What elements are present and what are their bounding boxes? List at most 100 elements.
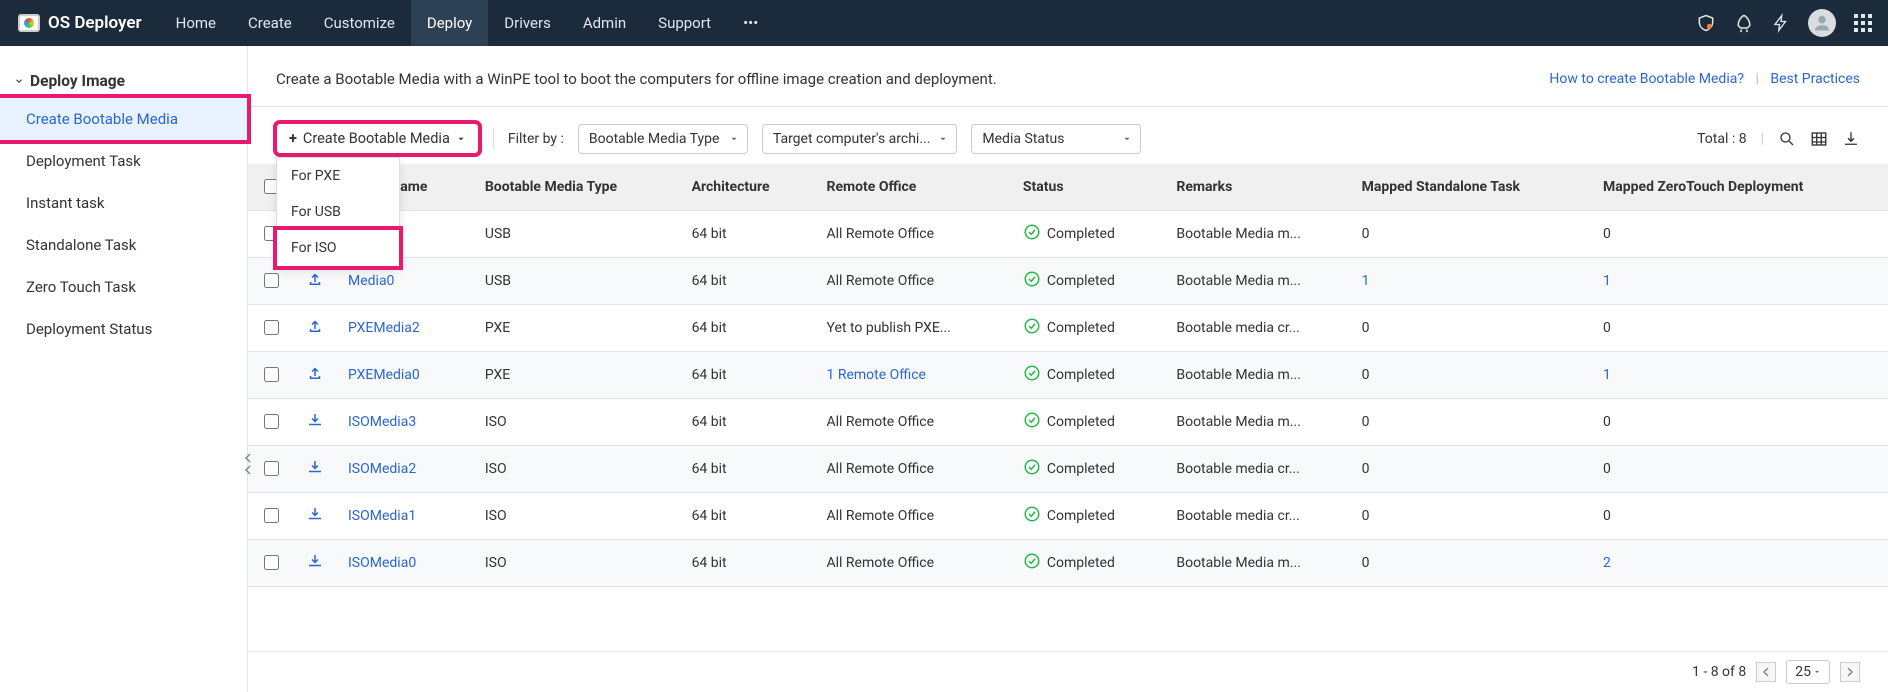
col-header[interactable]: Remarks: [1164, 164, 1349, 211]
col-header[interactable]: Architecture: [680, 164, 815, 211]
row-checkbox[interactable]: [264, 508, 279, 523]
sidebar-item-standalone-task[interactable]: Standalone Task: [0, 224, 247, 266]
link-best-practices[interactable]: Best Practices: [1770, 71, 1860, 87]
apps-grid-icon[interactable]: [1854, 14, 1872, 32]
rocket-icon[interactable]: [1734, 13, 1754, 33]
row-checkbox[interactable]: [264, 414, 279, 429]
media-name[interactable]: ISOMedia0: [336, 540, 473, 587]
check-circle-icon: [1023, 364, 1041, 386]
upload-icon[interactable]: [306, 317, 324, 335]
sidebar-item-instant-task[interactable]: Instant task: [0, 182, 247, 224]
nav-tab-drivers[interactable]: Drivers: [488, 0, 567, 46]
col-header[interactable]: Remote Office: [815, 164, 1011, 211]
nav-more[interactable]: •••: [727, 0, 774, 46]
download-icon[interactable]: [306, 552, 324, 570]
filter-media-type[interactable]: Bootable Media Type: [578, 124, 748, 154]
cell-zerotouch[interactable]: 1: [1591, 352, 1888, 399]
upload-icon[interactable]: [306, 364, 324, 382]
download-icon[interactable]: [306, 411, 324, 429]
cell-remarks: Bootable Media m...: [1164, 399, 1349, 446]
cell-arch: 64 bit: [680, 540, 815, 587]
download-icon[interactable]: [306, 505, 324, 523]
cell-standalone: 0: [1350, 399, 1591, 446]
media-name[interactable]: ISOMedia2: [336, 446, 473, 493]
cell-standalone: 0: [1350, 305, 1591, 352]
avatar[interactable]: [1808, 9, 1836, 37]
cell-type: ISO: [473, 493, 680, 540]
cell-arch: 64 bit: [680, 493, 815, 540]
export-icon[interactable]: [1842, 130, 1860, 148]
col-header[interactable]: Mapped ZeroTouch Deployment: [1591, 164, 1888, 211]
caret-down-icon: [1813, 668, 1821, 676]
media-name[interactable]: ISOMedia3: [336, 399, 473, 446]
nav-tab-create[interactable]: Create: [232, 0, 308, 46]
create-bootable-media-button[interactable]: + Create Bootable Media: [276, 123, 479, 154]
cell-standalone[interactable]: 1: [1350, 258, 1591, 305]
cell-remote-office[interactable]: 1 Remote Office: [815, 352, 1011, 399]
col-header[interactable]: Bootable Media Type: [473, 164, 680, 211]
filter-arch[interactable]: Target computer's archi...: [762, 124, 958, 154]
prev-page-button[interactable]: [1756, 662, 1776, 682]
toolbar-divider: [493, 128, 494, 150]
sidebar-collapse-handle[interactable]: [243, 446, 253, 482]
row-checkbox[interactable]: [264, 555, 279, 570]
nav-tab-support[interactable]: Support: [642, 0, 727, 46]
cell-status: Completed: [1011, 399, 1164, 446]
bolt-icon[interactable]: [1772, 13, 1790, 33]
table-view-icon[interactable]: [1810, 130, 1828, 148]
caret-down-icon: [729, 134, 739, 144]
sidebar-item-zero-touch-task[interactable]: Zero Touch Task: [0, 266, 247, 308]
link-howto[interactable]: How to create Bootable Media?: [1549, 71, 1744, 87]
nav-tab-deploy[interactable]: Deploy: [411, 0, 488, 46]
row-checkbox[interactable]: [264, 367, 279, 382]
next-page-button[interactable]: [1840, 662, 1860, 682]
row-checkbox[interactable]: [264, 273, 279, 288]
cell-status: Completed: [1011, 493, 1164, 540]
create-dropdown: For PXE For USB For ISO: [276, 157, 400, 267]
cell-remote-office: All Remote Office: [815, 211, 1011, 258]
cell-arch: 64 bit: [680, 305, 815, 352]
dropdown-item-iso[interactable]: For ISO: [277, 230, 399, 266]
nav-tab-home[interactable]: Home: [160, 0, 232, 46]
dropdown-item-usb[interactable]: For USB: [277, 194, 399, 230]
search-icon[interactable]: [1778, 130, 1796, 148]
cell-zerotouch[interactable]: 1: [1591, 258, 1888, 305]
dropdown-item-pxe[interactable]: For PXE: [277, 158, 399, 194]
shield-icon[interactable]: [1696, 13, 1716, 33]
cell-remarks: Bootable Media m...: [1164, 540, 1349, 587]
media-name[interactable]: PXEMedia0: [336, 352, 473, 399]
media-table-wrap: Media NameBootable Media TypeArchitectur…: [248, 164, 1888, 651]
pagination-range: 1 - 8 of 8: [1692, 664, 1746, 680]
page-size-select[interactable]: 25: [1786, 660, 1830, 684]
cell-zerotouch[interactable]: 2: [1591, 540, 1888, 587]
download-icon[interactable]: [306, 458, 324, 476]
check-circle-icon: [1023, 317, 1041, 339]
nav-tab-admin[interactable]: Admin: [567, 0, 642, 46]
sidebar-item-create-bootable-media[interactable]: Create Bootable Media: [0, 98, 247, 140]
row-checkbox[interactable]: [264, 461, 279, 476]
sidebar-header[interactable]: Deploy Image: [0, 64, 247, 98]
cell-status: Completed: [1011, 211, 1164, 258]
table-row: ISOMedia2ISO64 bitAll Remote OfficeCompl…: [248, 446, 1888, 493]
filter-media-status[interactable]: Media Status: [971, 124, 1141, 154]
cell-arch: 64 bit: [680, 352, 815, 399]
cell-remote-office: All Remote Office: [815, 258, 1011, 305]
media-table: Media NameBootable Media TypeArchitectur…: [248, 164, 1888, 587]
caret-down-icon: [1122, 134, 1132, 144]
nav-tab-customize[interactable]: Customize: [308, 0, 411, 46]
sidebar-item-deployment-status[interactable]: Deployment Status: [0, 308, 247, 350]
sidebar-item-deployment-task[interactable]: Deployment Task: [0, 140, 247, 182]
cell-remote-office: Yet to publish PXE...: [815, 305, 1011, 352]
media-name[interactable]: ISOMedia1: [336, 493, 473, 540]
cell-zerotouch: 0: [1591, 399, 1888, 446]
col-header[interactable]: Status: [1011, 164, 1164, 211]
cell-standalone: 0: [1350, 211, 1591, 258]
col-header[interactable]: Mapped Standalone Task: [1350, 164, 1591, 211]
cell-status: Completed: [1011, 540, 1164, 587]
media-name[interactable]: PXEMedia2: [336, 305, 473, 352]
upload-icon[interactable]: [306, 270, 324, 288]
cell-remote-office: All Remote Office: [815, 493, 1011, 540]
row-checkbox[interactable]: [264, 320, 279, 335]
table-row: Media2USB64 bitAll Remote OfficeComplete…: [248, 211, 1888, 258]
caret-down-icon: [938, 134, 948, 144]
